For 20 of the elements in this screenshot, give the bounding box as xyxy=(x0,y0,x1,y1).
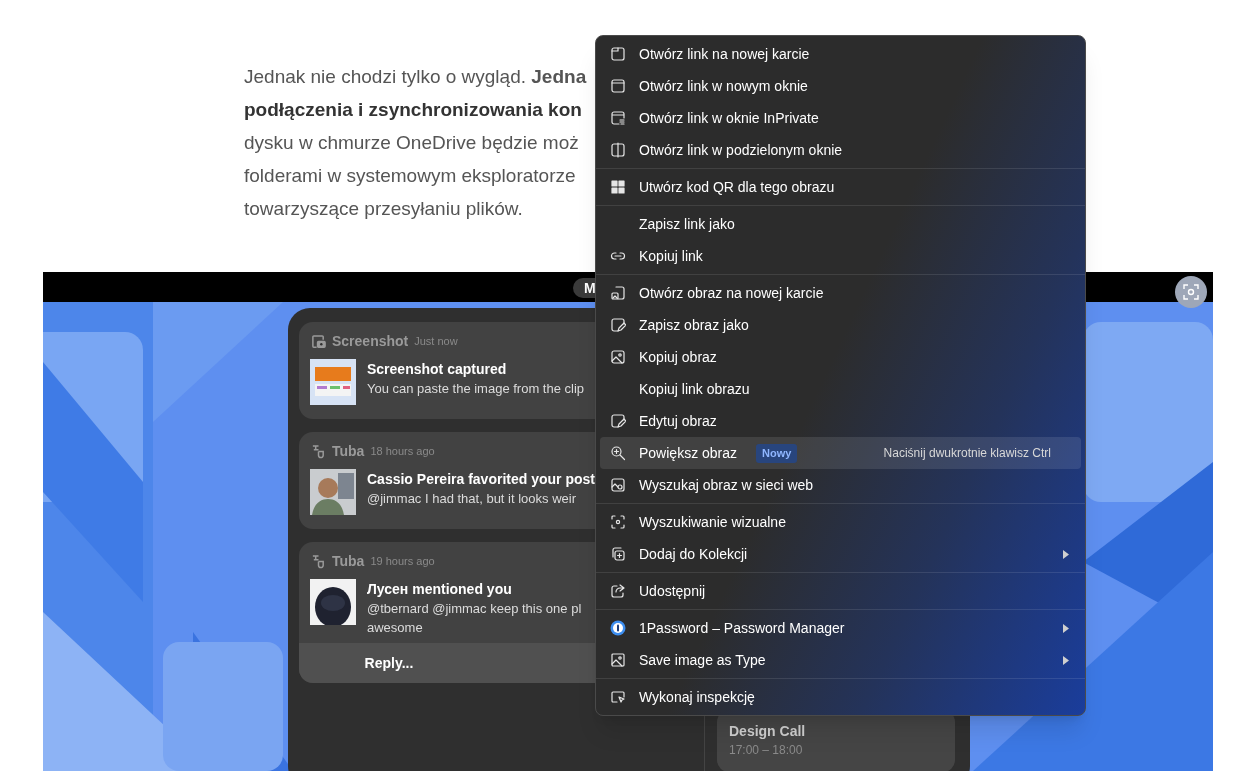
menu-item[interactable]: Otwórz link w nowym oknie xyxy=(600,70,1081,102)
scan-icon xyxy=(1183,284,1199,300)
tab-icon xyxy=(610,46,626,62)
article-text-line: folderami w systemowym eksploratorze xyxy=(244,164,576,188)
article-text-line: Jednak nie chodzi tylko o wygląd. Jedna xyxy=(244,65,587,89)
window-icon xyxy=(610,78,626,94)
menu-item[interactable]: Otwórz link w oknie InPrivate xyxy=(600,102,1081,134)
article-text-line: dysku w chmurze OneDrive będzie moż xyxy=(244,131,579,155)
qr-code-icon xyxy=(610,179,626,195)
menu-item[interactable]: Otwórz link na nowej karcie xyxy=(600,38,1081,70)
private-window-icon xyxy=(610,110,626,126)
article-text-line: podłączenia i zsynchronizowania kon xyxy=(244,98,582,122)
article-text-line: towarzyszące przesyłaniu plików. xyxy=(244,197,523,221)
split-window-icon xyxy=(610,142,626,158)
menu-item[interactable]: Otwórz obraz na nowej karcie xyxy=(600,277,1081,309)
menu-item[interactable]: Utwórz kod QR dla tego obrazu xyxy=(600,171,1081,203)
menu-item[interactable]: Otwórz link w podzielonym oknie xyxy=(600,134,1081,166)
image-tab-icon xyxy=(610,285,626,301)
menu-item[interactable]: Zapisz link jako xyxy=(600,208,1081,240)
menu-item[interactable]: Kopiuj link xyxy=(600,240,1081,272)
